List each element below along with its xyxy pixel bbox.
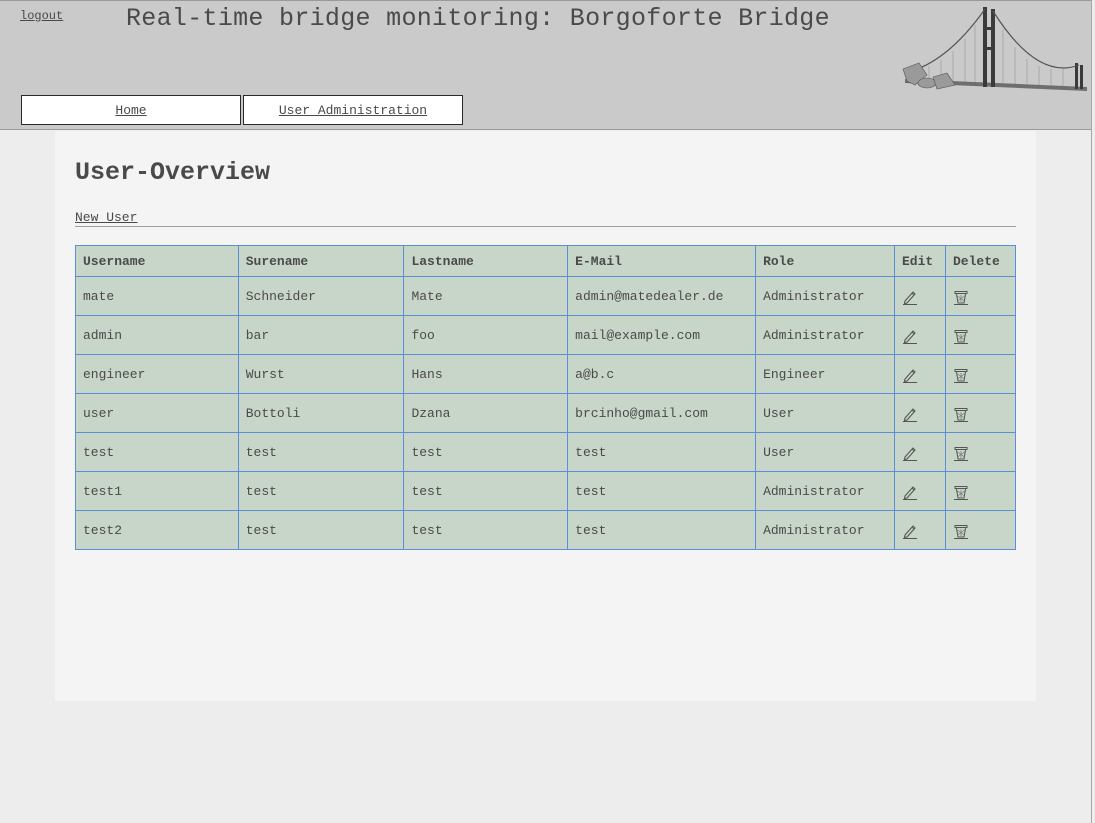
trash-icon[interactable] <box>953 484 969 500</box>
cell-role: Administrator <box>755 315 895 355</box>
cell-surename: test <box>237 471 405 511</box>
cell-edit <box>894 471 946 511</box>
table-row: engineer Wurst Hans a@b.c Engineer <box>75 354 1017 394</box>
cell-surename: test <box>237 510 405 550</box>
logout-link[interactable]: logout <box>20 9 63 23</box>
cell-username: admin <box>75 315 239 355</box>
column-header-lastname: Lastname <box>403 245 569 277</box>
column-header-email: E-Mail <box>567 245 757 277</box>
cell-role: Administrator <box>755 471 895 511</box>
cell-role: User <box>755 432 895 472</box>
table-row: user Bottoli Dzana brcinho@gmail.com Use… <box>75 393 1017 433</box>
cell-role: Engineer <box>755 354 895 394</box>
cell-email: test <box>567 510 757 550</box>
window-edge <box>1091 0 1092 823</box>
site-title: Real-time bridge monitoring: Borgoforte … <box>126 4 830 33</box>
column-header-delete: Delete <box>944 245 1017 277</box>
users-table: Username Surename Lastname E-Mail Role E… <box>75 245 1017 550</box>
bridge-logo <box>902 7 1087 91</box>
cell-surename: test <box>237 432 405 472</box>
cell-lastname: Dzana <box>403 393 569 433</box>
cell-email: test <box>567 432 757 472</box>
cell-edit <box>894 354 946 394</box>
cell-delete <box>944 354 1017 394</box>
column-header-role: Role <box>755 245 895 277</box>
cell-lastname: test <box>403 471 569 511</box>
page-header: logout Real-time bridge monitoring: Borg… <box>0 0 1091 130</box>
pencil-icon[interactable] <box>902 484 918 500</box>
cell-lastname: foo <box>403 315 569 355</box>
cell-surename: bar <box>237 315 405 355</box>
cell-role: User <box>755 393 895 433</box>
cell-edit <box>894 393 946 433</box>
cell-email: mail@example.com <box>567 315 757 355</box>
trash-icon[interactable] <box>953 289 969 305</box>
pencil-icon[interactable] <box>902 328 918 344</box>
cell-delete <box>944 393 1017 433</box>
page-title: User-Overview <box>75 158 271 187</box>
tab-user-administration[interactable]: User Administration <box>243 95 463 125</box>
cell-delete <box>944 276 1017 316</box>
cell-email: test <box>567 471 757 511</box>
cell-email: a@b.c <box>567 354 757 394</box>
table-header-row: Username Surename Lastname E-Mail Role E… <box>75 245 1017 277</box>
cell-username: test1 <box>75 471 239 511</box>
cell-surename: Wurst <box>237 354 405 394</box>
tab-home[interactable]: Home <box>21 95 241 125</box>
cell-lastname: Mate <box>403 276 569 316</box>
cell-edit <box>894 510 946 550</box>
cell-surename: Bottoli <box>237 393 405 433</box>
cell-username: test <box>75 432 239 472</box>
cell-role: Administrator <box>755 276 895 316</box>
table-row: test test test test User <box>75 432 1017 472</box>
new-user-link[interactable]: New User <box>75 210 137 225</box>
trash-icon[interactable] <box>953 445 969 461</box>
cell-role: Administrator <box>755 510 895 550</box>
cell-username: engineer <box>75 354 239 394</box>
pencil-icon[interactable] <box>902 445 918 461</box>
table-row: test2 test test test Administrator <box>75 510 1017 550</box>
cell-email: admin@matedealer.de <box>567 276 757 316</box>
cell-delete <box>944 432 1017 472</box>
cell-delete <box>944 510 1017 550</box>
main-content: User-Overview New User Username Surename… <box>55 131 1036 701</box>
users-table-body: mate Schneider Mate admin@matedealer.de … <box>75 276 1017 550</box>
divider <box>75 226 1016 227</box>
trash-icon[interactable] <box>953 406 969 422</box>
column-header-surename: Surename <box>237 245 405 277</box>
pencil-icon[interactable] <box>902 406 918 422</box>
cell-lastname: test <box>403 432 569 472</box>
column-header-edit: Edit <box>894 245 946 277</box>
table-row: admin bar foo mail@example.com Administr… <box>75 315 1017 355</box>
cell-username: test2 <box>75 510 239 550</box>
cell-surename: Schneider <box>237 276 405 316</box>
trash-icon[interactable] <box>953 328 969 344</box>
pencil-icon[interactable] <box>902 367 918 383</box>
trash-icon[interactable] <box>953 367 969 383</box>
cell-delete <box>944 315 1017 355</box>
table-row: mate Schneider Mate admin@matedealer.de … <box>75 276 1017 316</box>
cell-edit <box>894 315 946 355</box>
column-header-username: Username <box>75 245 239 277</box>
trash-icon[interactable] <box>953 523 969 539</box>
cell-edit <box>894 276 946 316</box>
pencil-icon[interactable] <box>902 523 918 539</box>
cell-lastname: Hans <box>403 354 569 394</box>
cell-lastname: test <box>403 510 569 550</box>
cell-delete <box>944 471 1017 511</box>
cell-username: user <box>75 393 239 433</box>
cell-username: mate <box>75 276 239 316</box>
cell-edit <box>894 432 946 472</box>
cell-email: brcinho@gmail.com <box>567 393 757 433</box>
table-row: test1 test test test Administrator <box>75 471 1017 511</box>
pencil-icon[interactable] <box>902 289 918 305</box>
